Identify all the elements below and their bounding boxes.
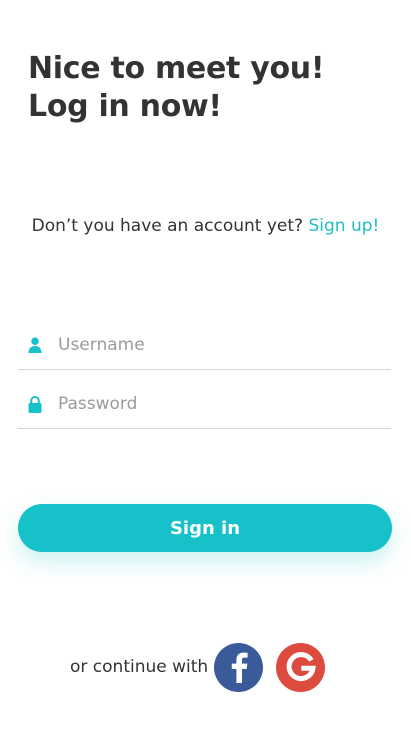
page-title: Nice to meet you! Log in now! bbox=[28, 50, 325, 126]
user-icon bbox=[27, 336, 43, 354]
signup-prompt-text: Don’t you have an account yet? bbox=[31, 216, 304, 236]
social-login-row: or continue with bbox=[70, 642, 326, 692]
google-login-button[interactable] bbox=[276, 642, 326, 692]
facebook-login-button[interactable] bbox=[214, 642, 264, 692]
sign-in-button[interactable]: Sign in bbox=[18, 504, 392, 552]
username-field[interactable] bbox=[18, 321, 391, 370]
title-line-1: Nice to meet you! bbox=[28, 51, 325, 86]
google-icon bbox=[286, 652, 316, 682]
password-field[interactable] bbox=[18, 380, 391, 429]
social-login-label: or continue with bbox=[70, 657, 209, 677]
signup-link[interactable]: Sign up! bbox=[308, 216, 379, 236]
login-screen: Nice to meet you! Log in now! Don’t you … bbox=[0, 0, 411, 735]
lock-icon bbox=[27, 395, 43, 413]
username-input[interactable] bbox=[58, 335, 358, 355]
signup-prompt: Don’t you have an account yet? Sign up! bbox=[0, 214, 411, 238]
password-input[interactable] bbox=[58, 394, 358, 414]
facebook-icon bbox=[231, 652, 248, 683]
title-line-2: Log in now! bbox=[28, 89, 222, 124]
